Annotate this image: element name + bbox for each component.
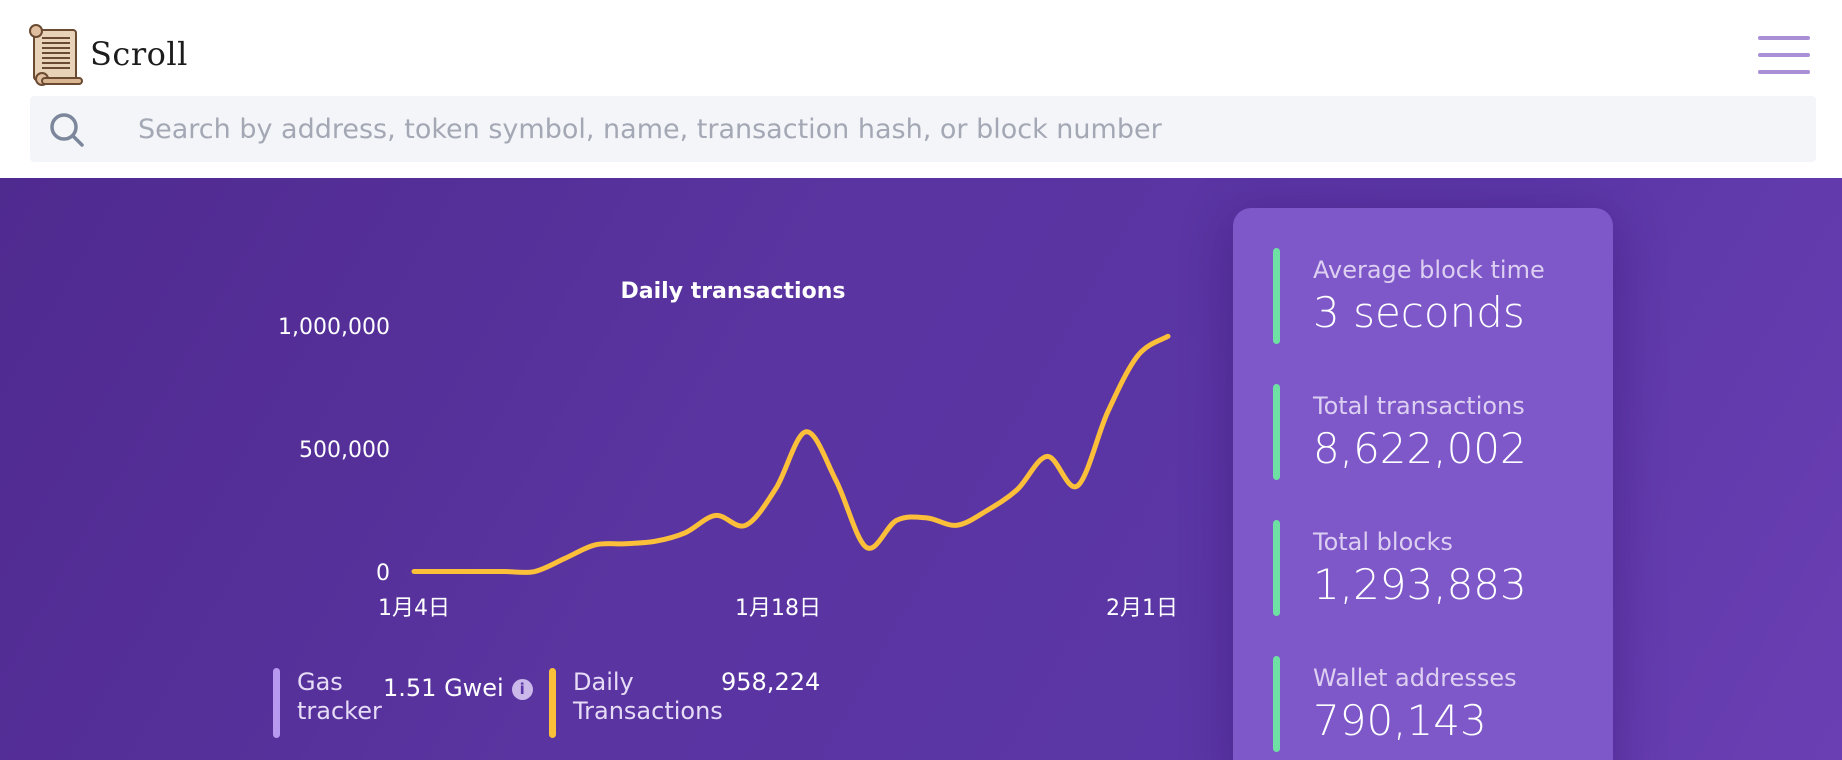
daily-transactions-value: 958,224 <box>721 668 821 696</box>
gas-price-value: 1.51 Gwei i <box>383 674 533 703</box>
stats-card: Average block time 3 seconds Total trans… <box>1233 208 1613 760</box>
stat-value: 8,622,002 <box>1313 424 1527 473</box>
stat-average-block-time: Average block time 3 seconds <box>1273 248 1593 344</box>
stat-label: Total transactions <box>1313 392 1525 420</box>
logo-link[interactable]: Scroll <box>28 22 188 86</box>
legend-gas-label: Gas tracker <box>297 668 382 725</box>
hero-panel: Daily transactions 0 500,000 1,000,000 1月4日 1… <box>0 178 1842 760</box>
x-tick-label: 1月18日 <box>735 596 821 621</box>
search-icon[interactable] <box>48 111 86 149</box>
legend-daily-label: Daily Transactions <box>573 668 723 725</box>
stat-value: 790,143 <box>1313 696 1487 745</box>
y-tick-label: 0 <box>376 561 390 586</box>
logo-text: Scroll <box>90 35 188 73</box>
stat-label: Wallet addresses <box>1313 664 1517 692</box>
stat-total-blocks: Total blocks 1,293,883 <box>1273 520 1593 616</box>
site-header: Scroll <box>0 0 1842 178</box>
stat-value: 3 seconds <box>1313 288 1525 337</box>
y-tick-label: 1,000,000 <box>278 315 390 340</box>
legend-daily-transactions: Daily Transactions 958,224 <box>549 668 869 738</box>
legend-gas-tracker: Gas tracker 1.51 Gwei i <box>273 668 533 738</box>
stat-wallet-addresses: Wallet addresses 790,143 <box>1273 656 1593 752</box>
stat-accent-bar <box>1273 520 1280 616</box>
stat-label: Average block time <box>1313 256 1545 284</box>
stat-accent-bar <box>1273 248 1280 344</box>
daily-transactions-chart: Daily transactions 0 500,000 1,000,000 1月4日 1… <box>278 279 1178 621</box>
legend-gas-color-bar <box>273 668 280 738</box>
chart-title: Daily transactions <box>621 279 846 304</box>
scroll-logo-icon <box>29 24 83 86</box>
stat-total-transactions: Total transactions 8,622,002 <box>1273 384 1593 480</box>
info-icon[interactable]: i <box>511 678 533 700</box>
daily-transactions-line <box>411 333 1171 575</box>
search-input[interactable] <box>138 96 1798 162</box>
stat-accent-bar <box>1273 656 1280 752</box>
legend-daily-color-bar <box>549 668 556 738</box>
stat-label: Total blocks <box>1313 528 1453 556</box>
hamburger-menu-icon[interactable] <box>1758 36 1810 76</box>
stat-value: 1,293,883 <box>1313 560 1527 609</box>
x-tick-label: 2月1日 <box>1106 596 1178 621</box>
stat-accent-bar <box>1273 384 1280 480</box>
search-bar <box>30 96 1816 162</box>
x-tick-label: 1月4日 <box>378 596 450 621</box>
y-tick-label: 500,000 <box>299 438 390 463</box>
